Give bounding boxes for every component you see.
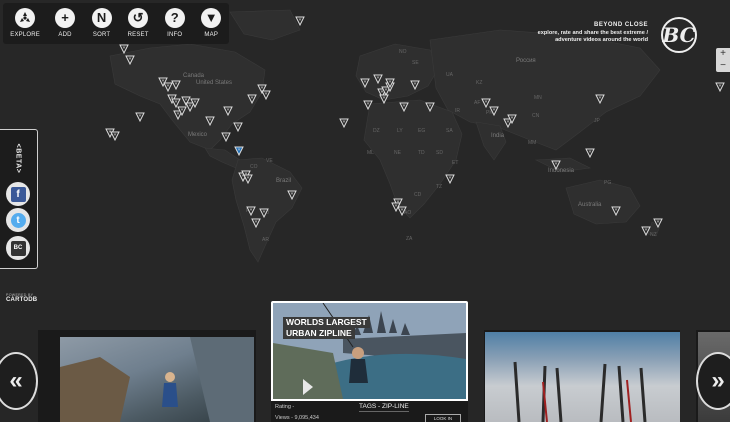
- world-map[interactable]: Canada United States Mexico Brazil Россия Ind…: [0, 0, 730, 300]
- zoom-out-button[interactable]: −: [716, 60, 730, 72]
- reset-button[interactable]: ↺ RESET: [120, 3, 156, 44]
- views-count: Views - 9,095,434: [275, 415, 319, 421]
- map-label: ZA: [406, 236, 413, 242]
- featured-video-card[interactable]: WORLDS LARGEST URBAN ZIPLINE Rating - TA…: [271, 301, 468, 422]
- zoom-in-button[interactable]: +: [716, 48, 730, 60]
- facebook-button[interactable]: f: [6, 182, 30, 206]
- map-label: DZ: [373, 128, 380, 134]
- brand-logo-text: BC: [661, 23, 695, 47]
- add-label: ADD: [58, 32, 72, 38]
- featured-video-thumbnail: WORLDS LARGEST URBAN ZIPLINE: [273, 303, 466, 399]
- explore-icon: [15, 8, 36, 28]
- video-card[interactable]: [484, 330, 680, 422]
- map-label: MAP: [204, 32, 219, 38]
- map-label: Mexico: [188, 132, 208, 138]
- map-label: KZ: [476, 80, 483, 86]
- map-label: VE: [266, 158, 273, 164]
- map-icon: ▼: [201, 8, 222, 28]
- map-label: EG: [418, 128, 426, 134]
- double-chevron-left-icon: «: [9, 367, 23, 394]
- map-label: Australia: [578, 202, 602, 208]
- look-in-button[interactable]: LOOK IN: [425, 414, 461, 422]
- sort-icon: N: [91, 8, 112, 28]
- map-label: ET: [452, 160, 459, 166]
- map-label: NO: [399, 49, 407, 55]
- sort-button[interactable]: N SORT: [84, 3, 120, 44]
- map-label: SA: [446, 128, 453, 134]
- tags-link[interactable]: TAGS - ZIP-LINE: [359, 403, 409, 412]
- info-button[interactable]: ? INFO: [157, 3, 193, 44]
- video-card[interactable]: [38, 330, 256, 422]
- map-label: NE: [394, 150, 401, 156]
- cartodb-label: CARTODB: [6, 297, 38, 303]
- bc-share-button[interactable]: BC: [6, 236, 30, 260]
- map-label: ML: [367, 150, 374, 156]
- explore-label: EXPLORE: [10, 32, 40, 38]
- double-chevron-right-icon: »: [711, 367, 725, 394]
- map-label: TZ: [436, 184, 443, 190]
- map-label: AF: [474, 100, 481, 106]
- powered-by-cartodb[interactable]: POWERED BY CARTODB: [6, 293, 37, 303]
- plus-icon: +: [55, 8, 76, 28]
- map-label: JP: [594, 118, 600, 124]
- map-label: United States: [196, 80, 233, 86]
- map-label: AR: [262, 237, 269, 243]
- map-label: India: [491, 133, 505, 139]
- featured-video-info: Rating - TAGS - ZIP-LINE Views - 9,095,4…: [271, 401, 468, 422]
- featured-title-line2: URBAN ZIPLINE: [283, 328, 355, 339]
- map-button[interactable]: ▼ MAP: [193, 3, 229, 44]
- main-toolbar: EXPLORE + ADD N SORT ↺ RESET ? INFO ▼ MA…: [3, 3, 229, 44]
- map-label: NZ: [650, 232, 657, 238]
- map-label: LY: [397, 128, 403, 134]
- brand-tagline: explore, rate and share the best extreme…: [537, 30, 648, 43]
- map-label: CO: [250, 164, 258, 170]
- reset-label: RESET: [127, 32, 149, 38]
- rating-label: Rating -: [275, 404, 295, 410]
- map-landmass: [109, 9, 661, 263]
- map-label: CN: [532, 113, 540, 119]
- map-label: PG: [604, 180, 612, 186]
- info-label: INFO: [167, 32, 183, 38]
- video-thumbnail: [60, 337, 254, 422]
- map-label: Brazil: [276, 178, 292, 184]
- map-label: Canada: [183, 73, 205, 79]
- map-label: MN: [534, 95, 542, 101]
- zoom-control: + −: [716, 48, 730, 72]
- map-label: TD: [418, 150, 425, 156]
- map-label: SE: [412, 60, 419, 66]
- map-label: CD: [414, 192, 422, 198]
- map-label: IR: [455, 108, 460, 114]
- side-panel: <BETA> f t BC: [0, 129, 38, 269]
- bc-icon: BC: [10, 240, 26, 256]
- map-label: SD: [436, 150, 443, 156]
- map-label: UA: [446, 72, 453, 78]
- carousel-prev-button[interactable]: «: [0, 352, 38, 410]
- explore-button[interactable]: EXPLORE: [4, 3, 46, 44]
- app-page: Canada United States Mexico Brazil Россия Ind…: [0, 0, 730, 422]
- facebook-icon: f: [10, 186, 26, 202]
- twitter-button[interactable]: t: [6, 208, 30, 232]
- brand-name: BEYOND CLOSE: [593, 22, 648, 28]
- brand-logo[interactable]: BC: [656, 16, 702, 54]
- sort-label: SORT: [92, 32, 111, 38]
- reset-icon: ↺: [128, 8, 149, 28]
- twitter-icon: t: [10, 212, 26, 228]
- map-label: Россия: [516, 58, 536, 64]
- info-icon: ?: [164, 8, 185, 28]
- beta-badge: <BETA>: [14, 143, 22, 173]
- featured-title-line1: WORLDS LARGEST: [283, 317, 370, 328]
- video-thumbnail: [485, 332, 680, 422]
- add-button[interactable]: + ADD: [47, 3, 83, 44]
- map-label: MM: [528, 140, 537, 146]
